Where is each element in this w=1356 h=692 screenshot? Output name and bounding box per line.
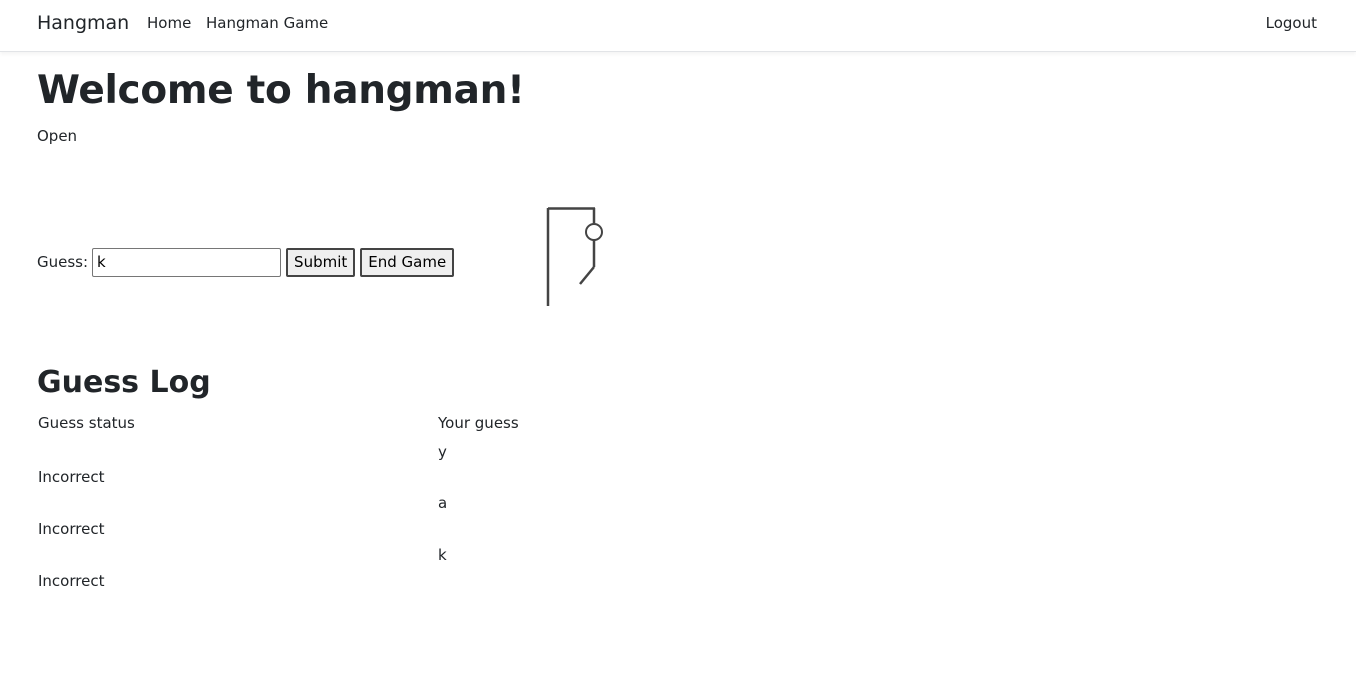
guess-form: Guess: Submit End Game <box>37 247 455 277</box>
submit-button[interactable]: Submit <box>286 247 356 277</box>
log-guess-1: y <box>438 443 447 461</box>
log-status-2: Incorrect <box>38 520 105 538</box>
hangman-left-arm <box>579 266 595 285</box>
end-game-button[interactable]: End Game <box>360 247 455 277</box>
hangman-drawing <box>546 207 603 306</box>
log-guess-3: k <box>438 546 447 564</box>
game-status: Open <box>37 127 78 145</box>
log-status-1: Incorrect <box>38 468 105 486</box>
guess-input[interactable] <box>92 247 282 277</box>
hangman-head <box>585 223 603 241</box>
guess-label: Guess: <box>37 253 89 271</box>
your-guess-header: Your guess <box>438 414 519 432</box>
nav-link-logout[interactable]: Logout <box>1266 14 1317 32</box>
guess-log-title: Guess Log <box>37 365 211 400</box>
page-title: Welcome to hangman! <box>37 68 525 113</box>
nav-link-home[interactable]: Home <box>147 14 191 32</box>
log-guess-2: a <box>438 494 448 512</box>
guess-status-header: Guess status <box>38 414 135 432</box>
navbar: Hangman Home Hangman Game Logout <box>0 0 1356 52</box>
log-status-3: Incorrect <box>38 572 105 590</box>
nav-link-hangman-game[interactable]: Hangman Game <box>206 14 328 32</box>
navbar-brand[interactable]: Hangman <box>37 12 129 34</box>
